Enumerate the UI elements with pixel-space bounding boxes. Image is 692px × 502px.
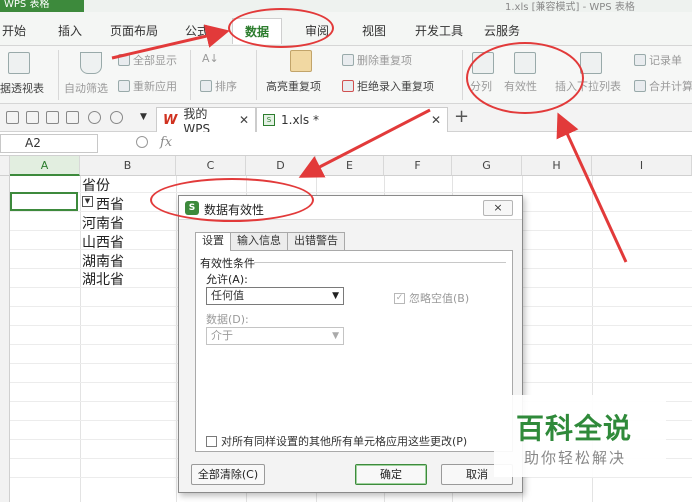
merge-icon bbox=[634, 80, 646, 92]
quick-access-bar: ▼ W 我的WPS ✕ S 1.xls * ✕ + bbox=[0, 104, 692, 136]
sort-button[interactable]: 排序 bbox=[200, 78, 237, 94]
column-header-b[interactable]: B bbox=[80, 156, 176, 176]
filter-icon bbox=[80, 52, 102, 74]
data-select[interactable]: 介于 ▼ bbox=[206, 327, 344, 345]
tab-document[interactable]: S 1.xls * ✕ bbox=[256, 107, 448, 132]
cell-b1[interactable]: 省份 bbox=[82, 175, 110, 195]
formula-bar: A2 fx bbox=[0, 132, 692, 156]
watermark-subtitle: 助你轻松解决 bbox=[524, 449, 627, 467]
reject-icon bbox=[342, 80, 354, 92]
chevron-down-icon: ▼ bbox=[332, 331, 339, 341]
menu-bar: 开始 插入 页面布局 公式 数据 审阅 视图 开发工具 云服务 bbox=[0, 12, 692, 46]
delete-duplicates-icon bbox=[342, 54, 354, 66]
pivot-table-icon[interactable] bbox=[8, 52, 30, 74]
apply-all-checkbox[interactable]: 对所有同样设置的其他所有单元格应用这些更改(P) bbox=[206, 433, 467, 449]
column-header-f[interactable]: F bbox=[384, 156, 452, 176]
column-header-c[interactable]: C bbox=[176, 156, 246, 176]
dialog-tabs: 设置 输入信息 出错警告 bbox=[195, 232, 345, 251]
highlight-ring-data-tab bbox=[228, 8, 334, 48]
checkbox-icon: ✓ bbox=[394, 292, 405, 304]
highlight-duplicates-button[interactable]: 高亮重复项 bbox=[266, 78, 321, 94]
tab-input-message[interactable]: 输入信息 bbox=[230, 232, 288, 250]
tab-formulas[interactable]: 公式 bbox=[185, 22, 209, 39]
ribbon-data: 据透视表 自动筛选 全部显示 重新应用 A↓ 排序 高亮重复项 删除重复项 拒绝… bbox=[0, 46, 692, 104]
highlight-ring-dialog-title bbox=[150, 178, 314, 222]
redo-icon[interactable] bbox=[110, 111, 123, 124]
cell-dropdown-icon[interactable]: ▼ bbox=[82, 196, 93, 207]
print-icon[interactable] bbox=[46, 111, 59, 124]
delete-duplicates-button[interactable]: 删除重复项 bbox=[342, 52, 412, 68]
settings-panel: 有效性条件 允许(A): 任何值 ▼ ✓ 忽略空值(B) 数据(D): 介于 ▼ 对所… bbox=[195, 250, 513, 452]
tab-view[interactable]: 视图 bbox=[362, 22, 386, 39]
checkbox-icon bbox=[206, 435, 217, 447]
chevron-down-icon: ▼ bbox=[332, 291, 339, 301]
tab-my-wps[interactable]: W 我的WPS ✕ bbox=[156, 107, 256, 136]
clear-all-button[interactable]: 全部清除(C) bbox=[191, 464, 265, 485]
column-header-a[interactable]: A bbox=[10, 156, 80, 176]
pivot-table-button[interactable]: 据透视表 bbox=[0, 80, 44, 96]
record-button[interactable]: 记录单 bbox=[634, 52, 682, 68]
fx-icon[interactable]: fx bbox=[160, 135, 172, 150]
name-box[interactable]: A2 bbox=[0, 134, 98, 153]
watermark: 百科全说 助你轻松解决 bbox=[494, 395, 666, 477]
tab-home[interactable]: 开始 bbox=[2, 22, 26, 39]
row-headers[interactable] bbox=[0, 176, 10, 502]
column-header-d[interactable]: D bbox=[246, 156, 316, 176]
tab-insert[interactable]: 插入 bbox=[58, 22, 82, 39]
close-icon[interactable]: ✕ bbox=[431, 113, 441, 127]
highlight-ring-validity bbox=[466, 42, 584, 114]
tab-settings[interactable]: 设置 bbox=[195, 232, 231, 251]
corner-select-all[interactable] bbox=[0, 156, 10, 176]
customize-dropdown-icon[interactable]: ▼ bbox=[140, 111, 153, 124]
app-menu-button[interactable]: WPS 表格 bbox=[0, 0, 84, 12]
tab-cloud[interactable]: 云服务 bbox=[484, 22, 520, 39]
sort-asc-icon[interactable]: A↓ bbox=[202, 52, 219, 65]
autofilter-button[interactable]: 自动筛选 bbox=[64, 80, 108, 96]
column-header-g[interactable]: G bbox=[452, 156, 522, 176]
save-as-icon[interactable] bbox=[26, 111, 39, 124]
watermark-title: 百科全说 bbox=[516, 412, 633, 445]
filter-small-icon bbox=[118, 54, 130, 66]
cell-b4[interactable]: 山西省 bbox=[82, 232, 124, 252]
cell-b5[interactable]: 湖南省 bbox=[82, 251, 124, 271]
xls-file-icon: S bbox=[263, 114, 275, 126]
criteria-group-label: 有效性条件 bbox=[200, 257, 255, 270]
merge-calc-button[interactable]: 合并计算 bbox=[634, 78, 692, 94]
tab-developer[interactable]: 开发工具 bbox=[415, 22, 463, 39]
title-bar: WPS 表格 1.xls [兼容模式] - WPS 表格 bbox=[0, 0, 692, 13]
cell-b6[interactable]: 湖北省 bbox=[82, 269, 124, 289]
highlight-duplicates-icon bbox=[290, 50, 312, 72]
reject-duplicates-button[interactable]: 拒绝录入重复项 bbox=[342, 78, 434, 94]
column-header-e[interactable]: E bbox=[316, 156, 384, 176]
tab-error-alert[interactable]: 出错警告 bbox=[287, 232, 345, 250]
print-preview-icon[interactable] bbox=[66, 111, 79, 124]
save-icon[interactable] bbox=[6, 111, 19, 124]
sort-icon bbox=[200, 80, 212, 92]
dialog-close-button[interactable]: × bbox=[483, 200, 513, 216]
allow-select[interactable]: 任何值 ▼ bbox=[206, 287, 344, 305]
allow-label: 允许(A): bbox=[206, 273, 248, 286]
data-label: 数据(D): bbox=[206, 313, 249, 326]
ignore-blank-checkbox[interactable]: ✓ 忽略空值(B) bbox=[394, 290, 469, 306]
insert-dropdown-icon bbox=[580, 52, 602, 74]
tab-page-layout[interactable]: 页面布局 bbox=[110, 22, 158, 39]
reapply-icon bbox=[118, 80, 130, 92]
ok-button[interactable]: 确定 bbox=[355, 464, 427, 485]
record-icon bbox=[634, 54, 646, 66]
reapply-button[interactable]: 重新应用 bbox=[118, 78, 177, 94]
column-header-h[interactable]: H bbox=[522, 156, 592, 176]
zoom-icon[interactable] bbox=[136, 136, 148, 148]
column-header-i[interactable]: I bbox=[592, 156, 692, 176]
cell-b2[interactable]: 西省 bbox=[96, 194, 124, 214]
cell-b3[interactable]: 河南省 bbox=[82, 213, 124, 233]
close-icon[interactable]: ✕ bbox=[239, 113, 249, 127]
undo-icon[interactable] bbox=[88, 111, 101, 124]
data-validation-dialog: S 数据有效性 × 设置 输入信息 出错警告 有效性条件 允许(A): 任何值 ▼… bbox=[178, 195, 523, 493]
new-tab-icon[interactable]: + bbox=[454, 106, 469, 127]
show-all-button[interactable]: 全部显示 bbox=[118, 52, 177, 68]
selected-cell-a2[interactable] bbox=[10, 192, 78, 211]
wps-logo-icon: W bbox=[163, 112, 178, 128]
